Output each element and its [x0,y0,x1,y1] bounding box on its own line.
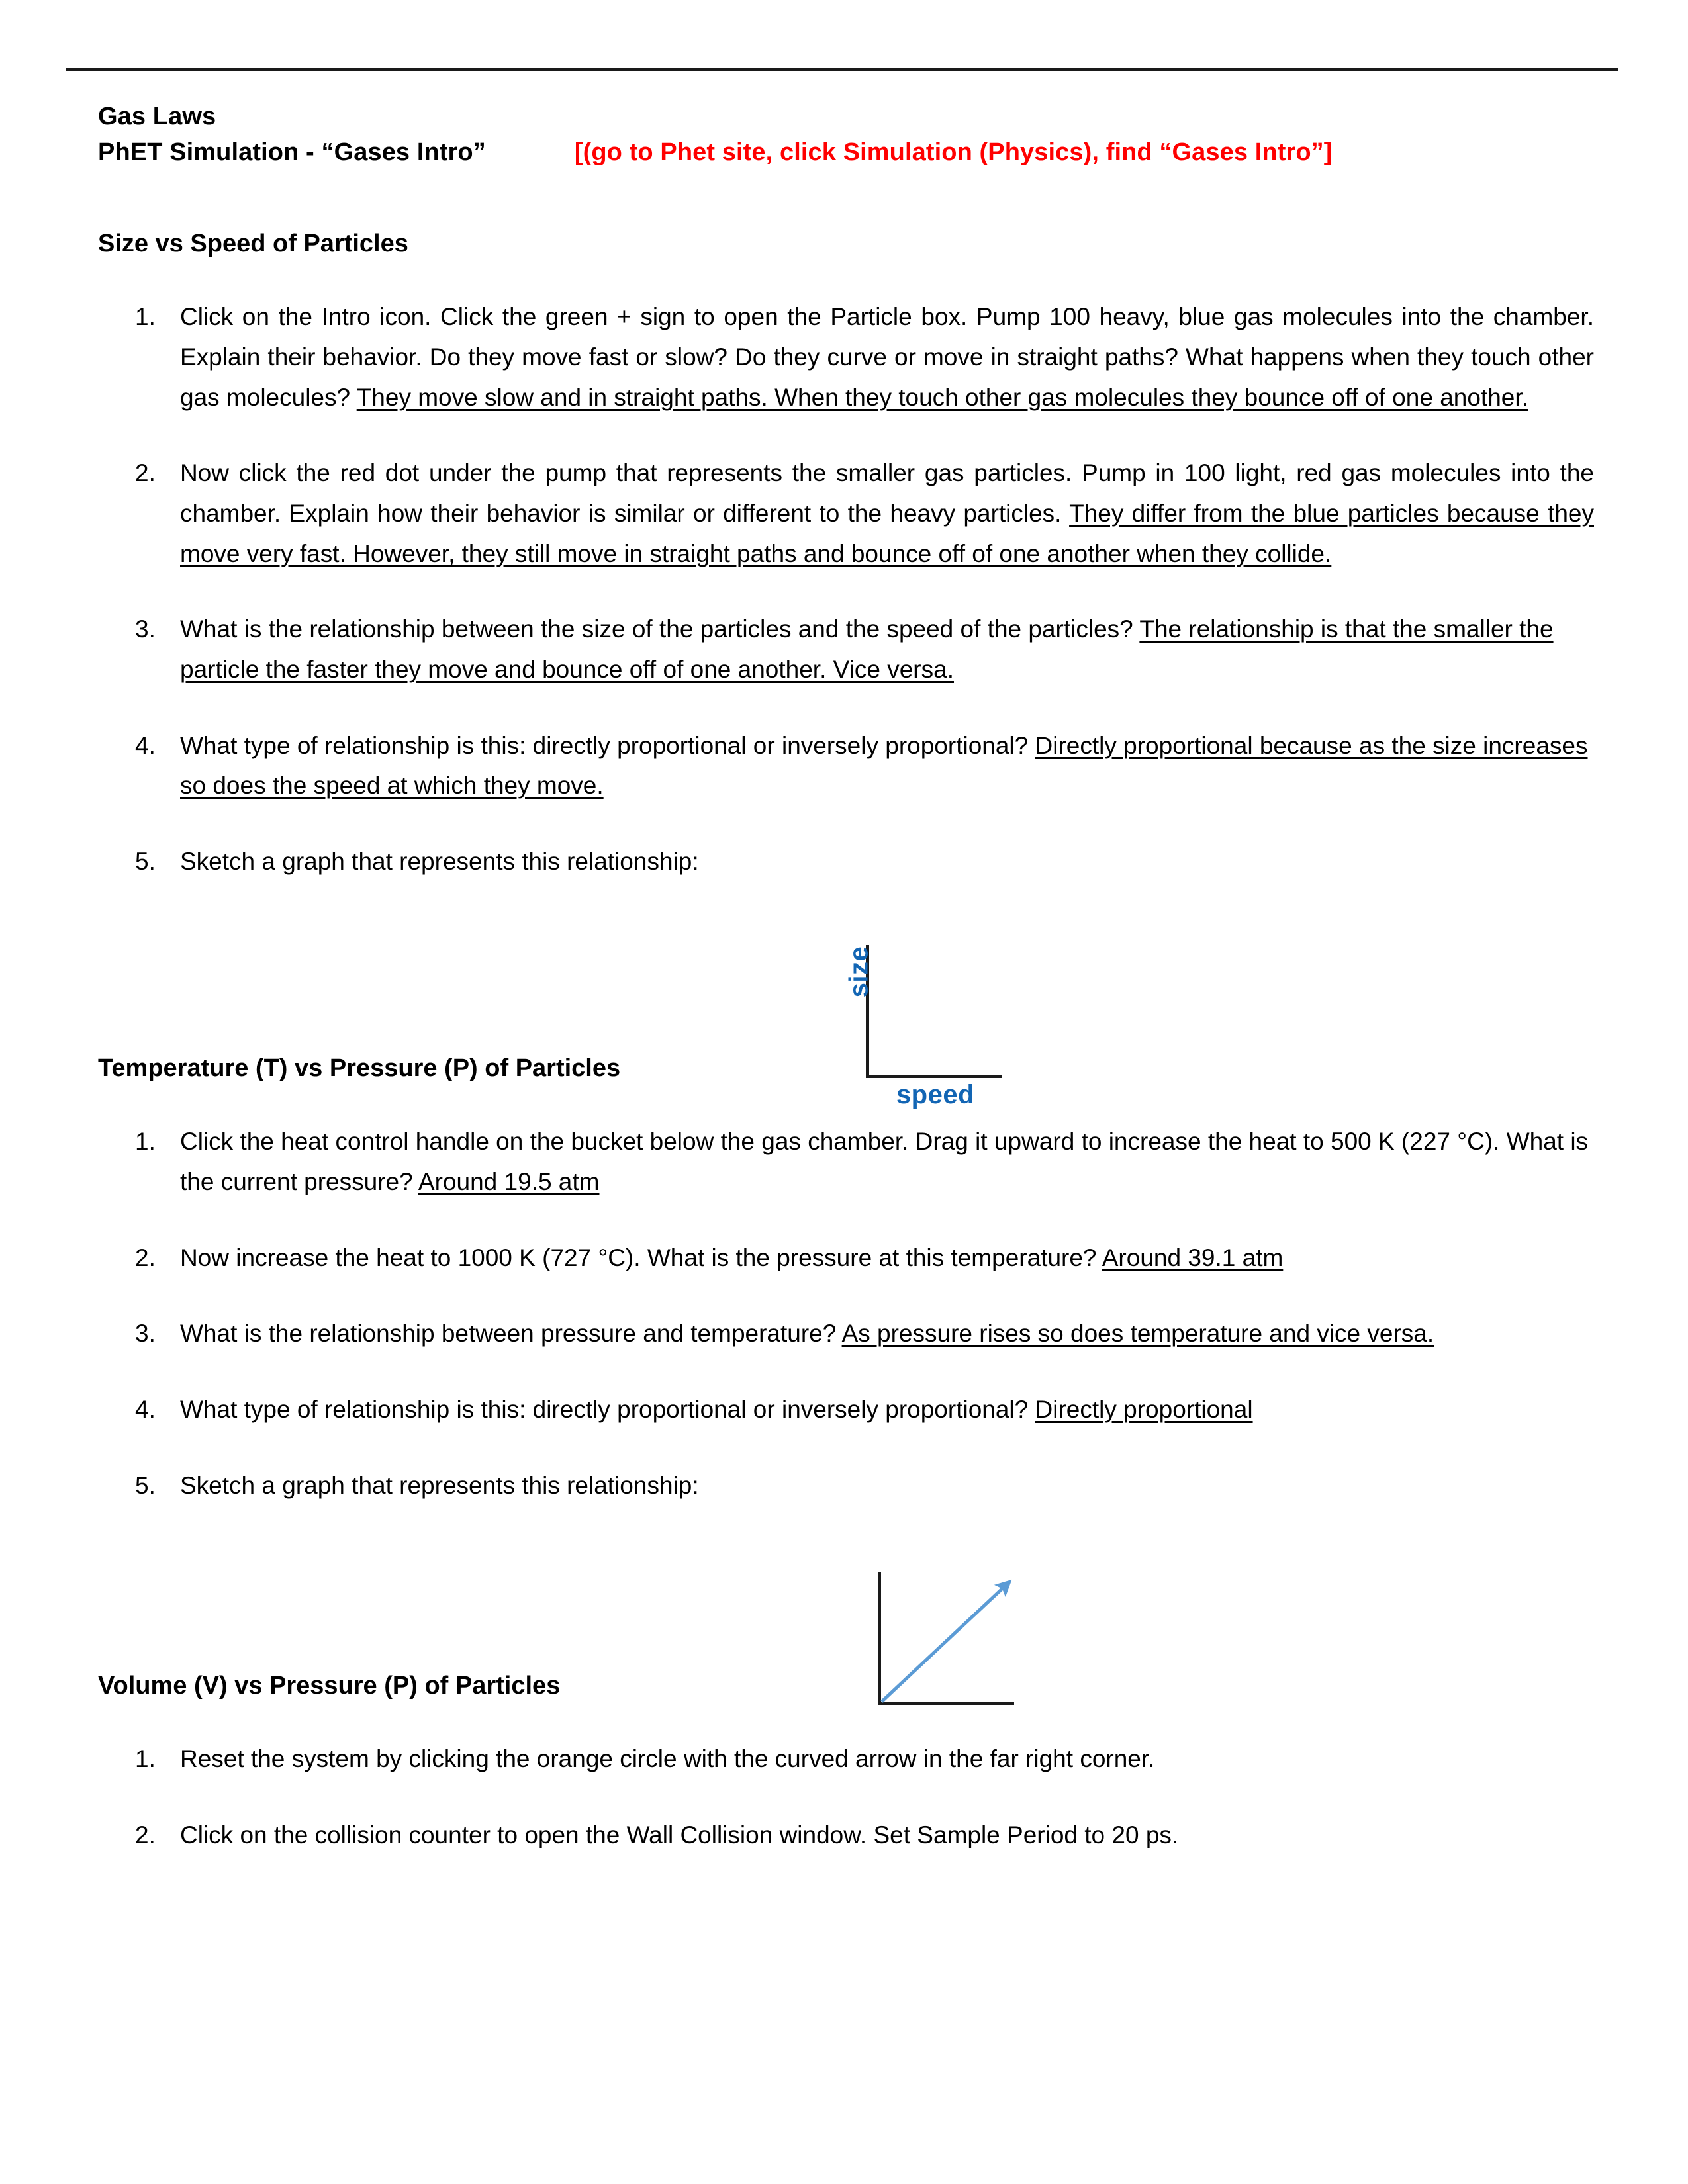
question-item: Click on the Intro icon. Click the green… [98,297,1594,418]
question-item: What type of relationship is this: direc… [98,726,1594,806]
question-answer: Around 19.5 atm [418,1168,600,1196]
question-item: Now increase the heat to 1000 K (727 °C)… [98,1238,1594,1279]
question-item: Sketch a graph that represents this rela… [98,1466,1594,1630]
section-heading-size-speed: Size vs Speed of Particles [98,229,408,257]
sketch-graph-size-vs-speed: size speed [842,945,1014,1124]
question-item: What type of relationship is this: direc… [98,1390,1594,1430]
question-prompt: Click on the collision counter to open t… [180,1821,1179,1848]
question-list-temp-pressure: Click the heat control handle on the buc… [98,1122,1594,1629]
sketch-graph-pressure-vs-temperature [854,1572,1026,1751]
question-item: What is the relationship between the siz… [98,610,1594,690]
simulation-title: PhET Simulation - “Gases Intro” [98,138,486,166]
question-list-size-speed: Click on the Intro icon. Click the green… [98,297,1594,1003]
question-item: Click on the collision counter to open t… [98,1815,1594,1856]
x-axis-label: speed [896,1080,975,1109]
question-answer: As pressure rises so does temperature an… [841,1320,1434,1347]
trend-arrow-icon [880,1579,1012,1703]
instruction-note: [(go to Phet site, click Simulation (Phy… [574,138,1333,166]
question-answer: They move slow and in straight paths. Wh… [356,383,1528,411]
y-axis-label: size [844,946,874,998]
question-prompt: What type of relationship is this: direc… [180,731,1035,759]
subtitle-line: PhET Simulation - “Gases Intro” [(go to P… [98,135,1594,171]
question-answer: Around 39.1 atm [1102,1244,1284,1271]
question-list-volume-pressure: Reset the system by clicking the orange … [98,1739,1594,1855]
question-prompt: Click the heat control handle on the buc… [180,1128,1589,1196]
section-heading-volume-pressure: Volume (V) vs Pressure (P) of Particles [98,1671,561,1700]
question-prompt: Now increase the heat to 1000 K (727 °C)… [180,1244,1102,1271]
document-title-block: Gas Laws PhET Simulation - “Gases Intro”… [98,99,1594,171]
question-prompt: What is the relationship between the siz… [180,615,1140,643]
question-item: What is the relationship between pressur… [98,1314,1594,1354]
question-item: Reset the system by clicking the orange … [98,1739,1594,1780]
question-answer: Directly proportional [1035,1396,1253,1424]
question-prompt: What is the relationship between pressur… [180,1320,842,1347]
question-item: Now click the red dot under the pump tha… [98,453,1594,574]
question-prompt: What type of relationship is this: direc… [180,1396,1035,1424]
question-prompt: Sketch a graph that represents this rela… [180,1471,699,1499]
document-page: Gas Laws PhET Simulation - “Gases Intro”… [0,0,1688,2184]
question-prompt: Sketch a graph that represents this rela… [180,848,699,876]
question-item: Click the heat control handle on the buc… [98,1122,1594,1202]
header-divider [66,68,1618,71]
page-title: Gas Laws [98,103,216,130]
x-axis-line [866,1075,1002,1078]
